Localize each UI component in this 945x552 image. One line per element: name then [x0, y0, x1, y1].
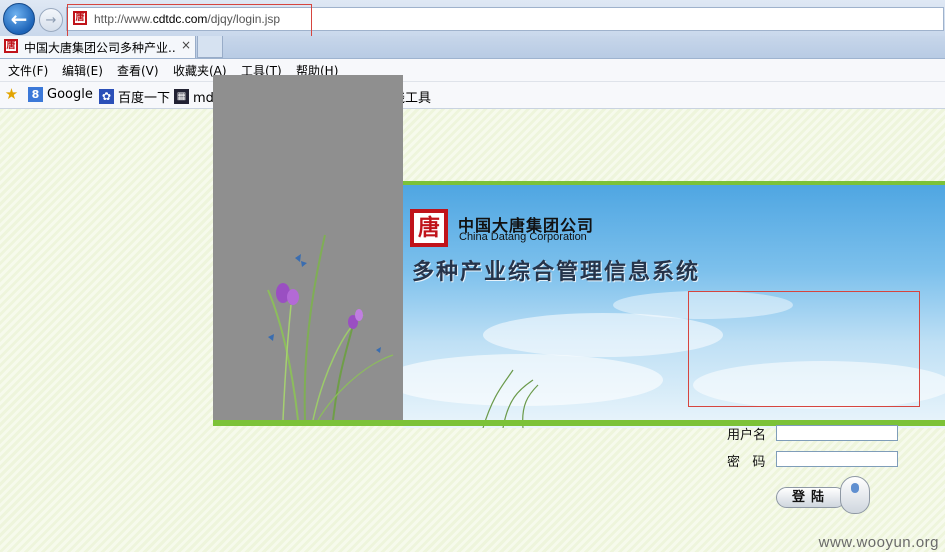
menu-view[interactable]: 查看(V) — [117, 62, 159, 79]
favorite-baidu[interactable]: ✿ 百度一下 — [99, 87, 170, 106]
login-form-highlight — [688, 291, 920, 407]
tab-current[interactable]: 唐 中国大唐集团公司多种产业... × — [0, 36, 196, 58]
arrow-right-icon: → — [45, 12, 57, 28]
flower-illustration — [213, 75, 403, 422]
address-bar-row: ← → 唐 http://www.cdtdc.com/djqy/login.js… — [0, 0, 945, 40]
star-icon: ★ — [4, 85, 19, 103]
tab-bar: 唐 中国大唐集团公司多种产业... × — [0, 36, 945, 59]
watermark-text: www.wooyun.org — [818, 534, 939, 551]
baidu-icon: ✿ — [99, 89, 114, 104]
new-tab-button[interactable] — [197, 36, 223, 58]
username-input[interactable] — [776, 425, 898, 441]
menu-bar: 文件(F) 编辑(E) 查看(V) 收藏夹(A) 工具(T) 帮助(H) — [0, 59, 945, 82]
tab-favicon-icon: 唐 — [4, 39, 18, 53]
menu-edit[interactable]: 编辑(E) — [62, 62, 103, 79]
close-tab-icon[interactable]: × — [181, 38, 191, 52]
favorite-google[interactable]: 8 Google — [28, 87, 93, 102]
company-name-en: China Datang Corporation — [459, 231, 587, 243]
md5-icon: ▦ — [174, 89, 189, 104]
mouse-icon — [840, 476, 870, 514]
url-highlight-box — [67, 4, 312, 40]
back-button[interactable]: ← — [3, 3, 35, 35]
password-label: 密 码 — [727, 455, 766, 470]
datang-logo-icon: 唐 — [410, 209, 448, 247]
login-button[interactable]: 登陆 — [776, 487, 846, 508]
forward-button[interactable]: → — [39, 8, 63, 32]
username-label: 用户名 — [727, 428, 767, 443]
system-title: 多种产业综合管理信息系统 — [412, 260, 701, 285]
favorites-bar: ★ 8 Google ✿ 百度一下 ▦ md5在线破解 ☢ tools88.co… — [0, 82, 945, 109]
flower-graphic — [267, 234, 394, 421]
menu-file[interactable]: 文件(F) — [8, 62, 48, 79]
google-icon: 8 — [28, 87, 43, 102]
tab-title: 中国大唐集团公司多种产业... — [24, 41, 176, 55]
password-input[interactable] — [776, 451, 898, 467]
arrow-left-icon: ← — [10, 7, 28, 31]
add-favorite-button[interactable]: ★ — [4, 87, 19, 102]
